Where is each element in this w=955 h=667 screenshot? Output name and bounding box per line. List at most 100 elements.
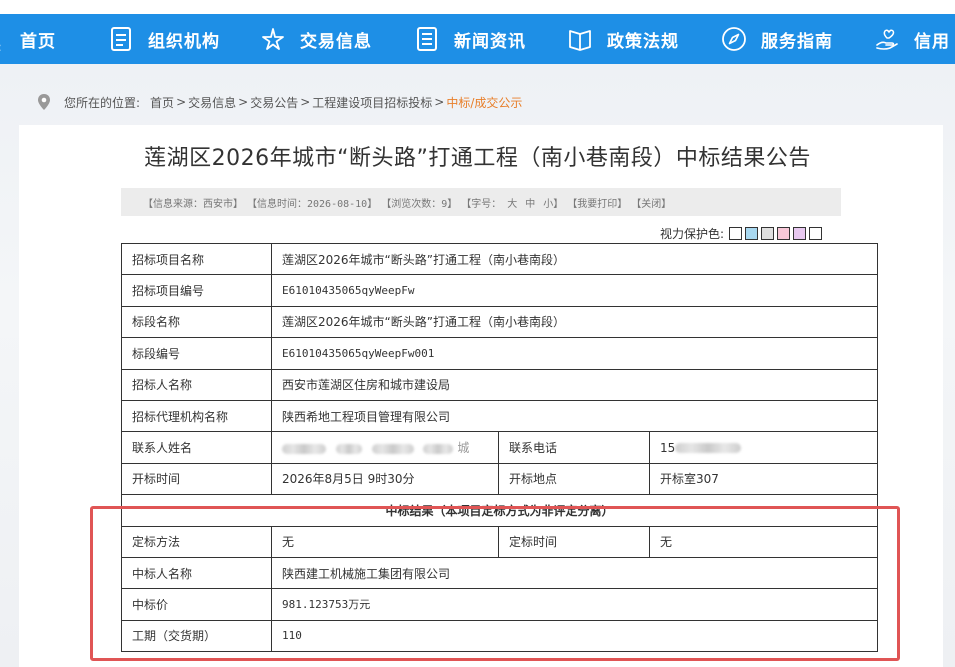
page-title: 莲湖区2026年城市“断头路”打通工程（南小巷南段）中标结果公告 — [144, 146, 811, 171]
breadcrumb-separator: > — [176, 95, 187, 109]
nav-item-label: 信用 — [914, 31, 950, 52]
breadcrumb: 您所在的位置: 首页 > 交易信息 > 交易公告 > 工程建设项目招标投标 > … — [36, 90, 522, 114]
breadcrumb-separator: > — [238, 95, 249, 109]
award-time-value: 无 — [649, 525, 878, 558]
font-size-small[interactable]: 小 — [543, 195, 553, 210]
redacted-text — [675, 443, 742, 454]
breadcrumb-current[interactable]: 中标/成交公示 — [446, 94, 522, 111]
location-pin-icon — [38, 94, 50, 110]
contact-name-suffix: 城 — [457, 441, 470, 456]
field-label: 工期（交货期） — [121, 619, 272, 653]
redacted-text — [335, 443, 362, 454]
nav-prev-icon[interactable]: ‹ — [0, 40, 2, 56]
section-code-value: E61010435065qyWeepFw001 — [271, 337, 878, 370]
nav-item-service-guide[interactable]: 服务指南 — [721, 14, 833, 64]
meta-font-close: 】 — [553, 198, 564, 210]
field-label: 联系人姓名 — [121, 431, 272, 464]
section-name-value: 莲湖区2026年城市“断头路”打通工程（南小巷南段） — [271, 305, 878, 339]
field-label: 定标时间 — [498, 525, 650, 558]
nav-item-label: 首页 — [20, 31, 56, 52]
project-code-value: E61010435065qyWeepFw — [271, 274, 878, 307]
eye-protection-label: 视力保护色: — [660, 226, 725, 241]
nav-item-trading[interactable]: 交易信息 — [260, 14, 372, 64]
opening-time-value: 2026年8月5日 9时30分 — [271, 462, 499, 496]
field-label: 开标时间 — [121, 462, 272, 496]
tenderer-name-value: 西安市莲湖区住房和城市建设局 — [271, 368, 878, 401]
nav-item-label: 政策法规 — [607, 31, 679, 52]
award-method-value: 无 — [271, 525, 499, 558]
contact-phone-value: 15 — [649, 431, 878, 464]
close-button[interactable]: 【关闭】 — [631, 195, 671, 210]
list-icon — [414, 26, 440, 52]
opening-place-value: 开标室307 — [649, 462, 878, 496]
breadcrumb-home[interactable]: 首页 — [150, 94, 174, 111]
nav-item-label: 交易信息 — [300, 31, 372, 52]
breadcrumb-trading-notice[interactable]: 交易公告 — [250, 94, 298, 111]
nav-item-home[interactable]: 首页 — [20, 14, 56, 64]
table-row: 开标时间 2026年8月5日 9时30分 开标地点 开标室307 — [121, 462, 878, 496]
winner-name-value: 陕西建工机械施工集团有限公司 — [271, 556, 878, 590]
font-size-medium[interactable]: 中 — [525, 195, 535, 210]
redacted-text — [423, 443, 454, 454]
color-swatch-default[interactable] — [809, 226, 823, 240]
contact-name-value: 城 — [271, 431, 499, 464]
meta-views: 【浏览次数：9】 — [381, 198, 458, 210]
breadcrumb-construction-bidding[interactable]: 工程建设项目招标投标 — [312, 94, 432, 111]
nav-item-label: 新闻资讯 — [454, 31, 526, 52]
table-row: 联系人姓名 城 联系电话 15 — [121, 431, 878, 464]
article-meta-bar: 【信息来源：西安市】 【信息时间：2026-08-10】 【浏览次数：9】 【字… — [121, 188, 841, 216]
field-label: 联系电话 — [498, 431, 650, 464]
field-label: 标段名称 — [121, 305, 272, 339]
project-name-value: 莲湖区2026年城市“断头路”打通工程（南小巷南段） — [271, 242, 878, 276]
color-swatch-gray[interactable] — [761, 226, 775, 240]
meta-font-label: 【字号： — [461, 198, 502, 210]
winning-price-value: 981.123753万元 — [271, 588, 878, 621]
field-label: 中标人名称 — [121, 556, 272, 590]
star-icon — [260, 26, 286, 52]
phone-prefix: 15 — [660, 440, 676, 455]
table-row: 招标代理机构名称 陕西希地工程项目管理有限公司 — [121, 399, 878, 433]
compass-icon — [721, 26, 747, 52]
nav-item-credit[interactable]: 信用 — [874, 14, 950, 64]
field-label: 标段编号 — [121, 337, 272, 370]
nav-item-label: 服务指南 — [761, 31, 833, 52]
font-size-large[interactable]: 大 — [507, 195, 517, 210]
table-row: 标段名称 莲湖区2026年城市“断头路”打通工程（南小巷南段） — [121, 305, 878, 339]
nav-item-label: 组织机构 — [148, 31, 220, 52]
breadcrumb-prefix: 您所在的位置: — [64, 95, 141, 110]
color-swatch-white[interactable] — [729, 226, 743, 240]
agency-name-value: 陕西希地工程项目管理有限公司 — [271, 399, 878, 433]
print-button[interactable]: 【我要打印】 — [567, 195, 627, 210]
nav-item-organization[interactable]: 组织机构 — [108, 14, 220, 64]
redacted-text — [371, 443, 414, 454]
table-row: 招标项目名称 莲湖区2026年城市“断头路”打通工程（南小巷南段） — [121, 242, 878, 276]
main-nav: ‹ 首页 组织机构 交易信息 新闻资讯 政策法规 服务指南 信 — [0, 14, 955, 64]
field-label: 招标人名称 — [121, 368, 272, 401]
color-swatch-pink[interactable] — [777, 226, 791, 240]
nav-item-news[interactable]: 新闻资讯 — [414, 14, 526, 64]
duration-value: 110 — [271, 619, 878, 653]
field-label: 招标项目编号 — [121, 274, 272, 307]
meta-time: 【信息时间：2026-08-10】 — [247, 198, 378, 210]
hand-icon — [874, 26, 900, 52]
color-swatch-blue[interactable] — [745, 226, 759, 240]
table-row: 定标方法 无 定标时间 无 — [121, 525, 878, 558]
book-icon — [567, 26, 593, 52]
breadcrumb-separator: > — [434, 95, 445, 109]
field-label: 开标地点 — [498, 462, 650, 496]
breadcrumb-separator: > — [300, 95, 311, 109]
breadcrumb-trading-info[interactable]: 交易信息 — [188, 94, 236, 111]
color-swatch-purple[interactable] — [793, 226, 807, 240]
field-label: 招标代理机构名称 — [121, 399, 272, 433]
redacted-text — [282, 443, 326, 454]
eye-protection-colors: 视力保护色: — [660, 225, 823, 241]
bid-info-table: 招标项目名称 莲湖区2026年城市“断头路”打通工程（南小巷南段） 招标项目编号… — [121, 242, 878, 653]
field-label: 定标方法 — [121, 525, 272, 558]
field-label: 中标价 — [121, 588, 272, 621]
table-row: 中标价 981.123753万元 — [121, 588, 878, 621]
meta-source: 【信息来源：西安市】 — [143, 198, 243, 210]
nav-item-policy[interactable]: 政策法规 — [567, 14, 679, 64]
table-row: 中标人名称 陕西建工机械施工集团有限公司 — [121, 556, 878, 590]
top-strip — [0, 0, 955, 14]
table-row: 中标结果（本项目定标方式为非评定分离） — [121, 494, 878, 527]
